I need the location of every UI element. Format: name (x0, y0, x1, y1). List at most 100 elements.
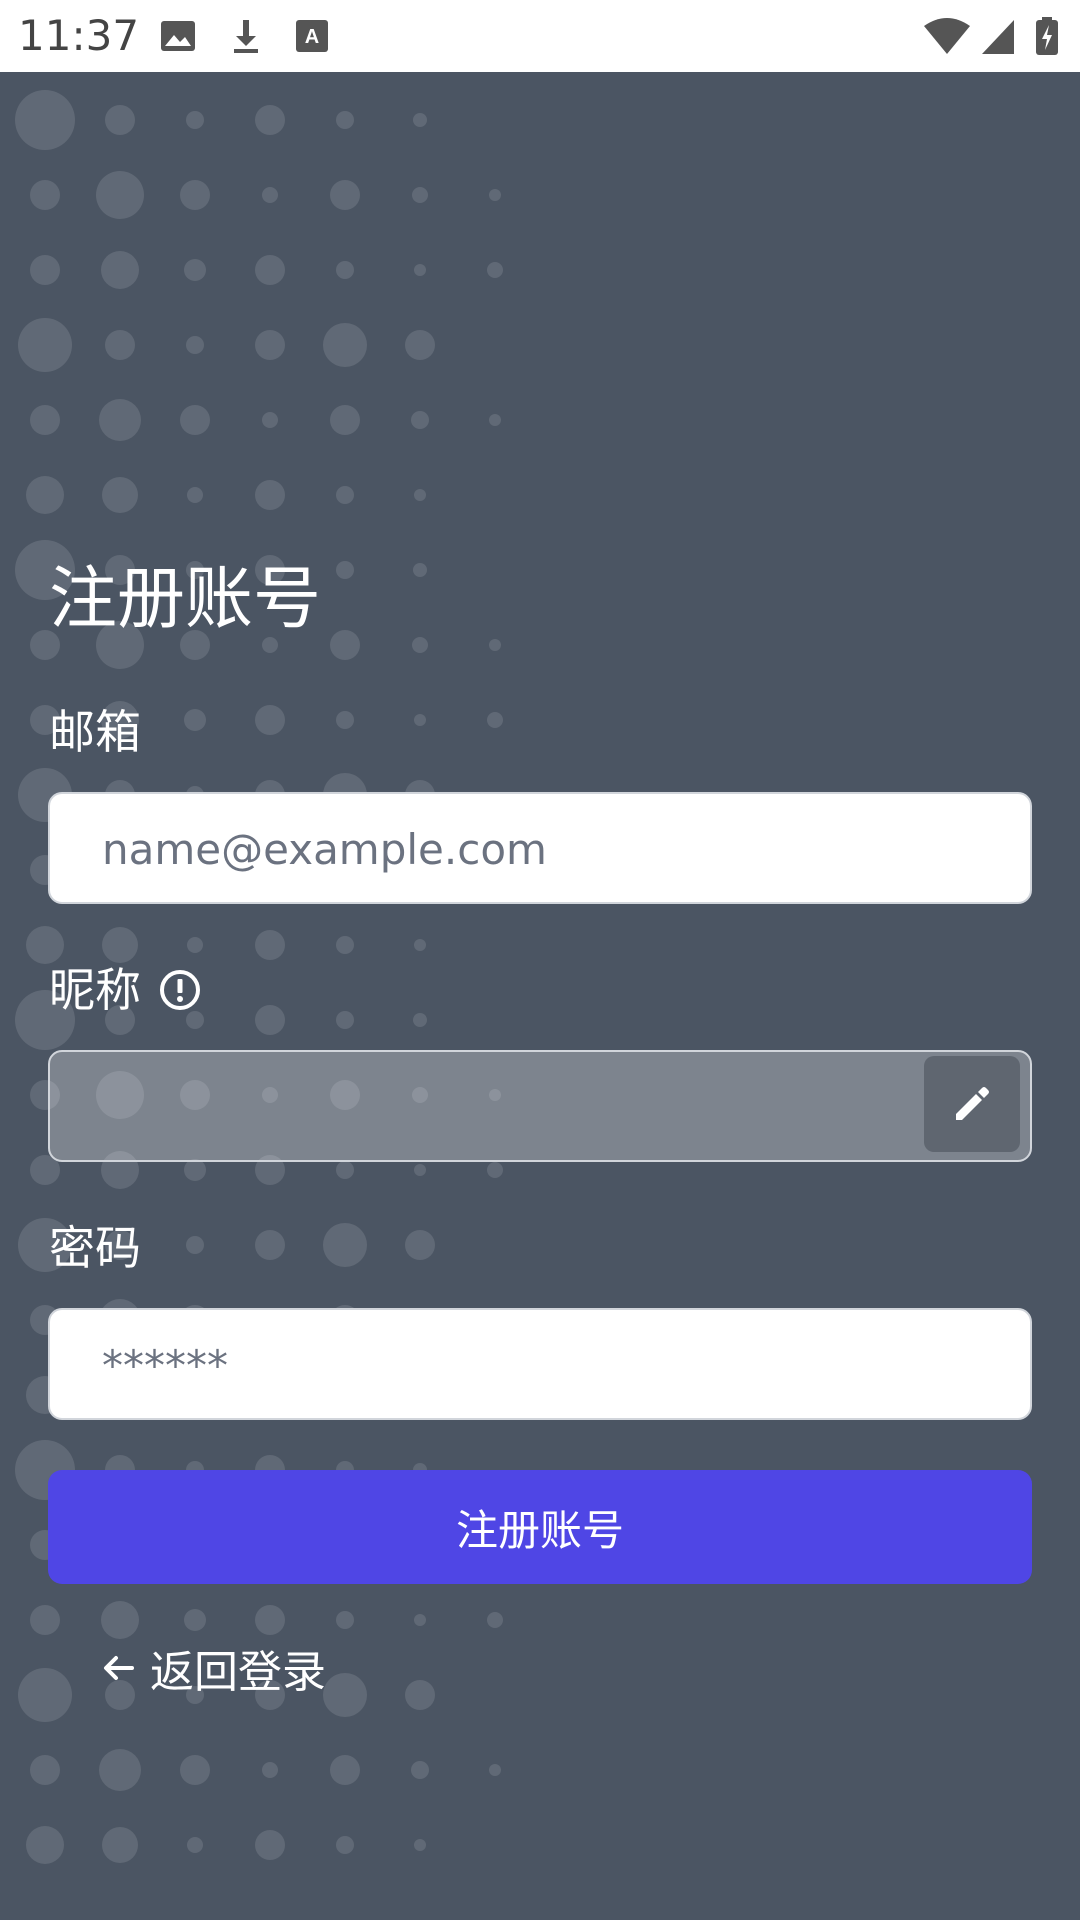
background-dot (184, 709, 206, 731)
background-dot (101, 1601, 139, 1639)
background-dot (414, 1614, 426, 1626)
background-dot (413, 1013, 427, 1027)
background-dot (15, 90, 75, 150)
background-dot (30, 405, 60, 435)
background-dot (414, 1164, 426, 1176)
background-dot (330, 180, 360, 210)
email-input[interactable] (100, 794, 984, 904)
password-field-container (48, 1308, 1032, 1420)
background-dot (414, 1839, 426, 1851)
background-dot (405, 330, 435, 360)
background-dot (255, 1605, 285, 1635)
background-dot (101, 251, 139, 289)
nickname-label: 昵称 (49, 963, 141, 1017)
background-dot (487, 262, 503, 278)
background-dot (323, 1223, 367, 1267)
background-dot (489, 189, 501, 201)
background-dot (187, 937, 203, 953)
background-dot (414, 939, 426, 951)
background-dot (180, 405, 210, 435)
background-dot (99, 399, 141, 441)
background-dot (255, 1830, 285, 1860)
wifi-icon (924, 18, 970, 54)
background-dot (187, 487, 203, 503)
svg-text:A: A (305, 26, 319, 48)
page-title: 注册账号 (49, 560, 322, 639)
background-dot (30, 1605, 60, 1635)
background-dot (262, 1762, 278, 1778)
background-dot (405, 1680, 435, 1710)
background-dot (186, 336, 204, 354)
background-dot (102, 1827, 138, 1863)
font-icon: A (296, 20, 328, 52)
background-dot (413, 563, 427, 577)
background-dot (336, 1161, 354, 1179)
background-dot (186, 1011, 204, 1029)
register-submit-label: 注册账号 (455, 1505, 624, 1555)
background-dot (262, 412, 278, 428)
background-dot (336, 261, 354, 279)
info-circle-icon[interactable] (158, 968, 202, 1012)
background-dot (102, 927, 138, 963)
background-dot (489, 1764, 501, 1776)
register-submit-button[interactable]: 注册账号 (48, 1470, 1032, 1584)
background-dot (184, 1159, 206, 1181)
background-dot (105, 330, 135, 360)
background-dot (180, 1755, 210, 1785)
background-dot (489, 639, 501, 651)
register-screen: 11:37 A 注册账号 邮箱 昵称 (0, 0, 1080, 1920)
nickname-field-container (48, 1050, 1032, 1162)
back-to-login-link[interactable]: 返回登录 (100, 1636, 326, 1700)
background-dot (105, 105, 135, 135)
background-dot (336, 1611, 354, 1629)
background-dot (336, 111, 354, 129)
status-bar: 11:37 A (0, 0, 1080, 72)
background-dot (255, 1230, 285, 1260)
background-dot (336, 1011, 354, 1029)
image-icon (161, 21, 195, 51)
background-dot (102, 477, 138, 513)
edit-nickname-button[interactable] (924, 1056, 1020, 1152)
background-dot (414, 489, 426, 501)
arrow-left-icon (104, 1656, 134, 1680)
background-dot (336, 1836, 354, 1854)
background-dot (336, 486, 354, 504)
background-dot (330, 405, 360, 435)
background-dot (255, 255, 285, 285)
background-dot (489, 414, 501, 426)
background-dot (184, 1609, 206, 1631)
background-dot (255, 330, 285, 360)
password-label: 密码 (49, 1221, 141, 1275)
background-dot (411, 411, 429, 429)
background-dot (487, 1612, 503, 1628)
background-dot (255, 480, 285, 510)
battery-icon (1036, 17, 1058, 55)
background-dot (487, 1162, 503, 1178)
background-dot (323, 1673, 367, 1717)
background-dot (336, 561, 354, 579)
signal-icon (982, 20, 1014, 54)
background-dot (96, 171, 144, 219)
download-icon (234, 20, 258, 53)
background-dot (180, 180, 210, 210)
background-dot (412, 187, 428, 203)
background-dot (26, 926, 64, 964)
password-input[interactable] (100, 1310, 984, 1420)
background-dot (330, 1755, 360, 1785)
background-dot (255, 105, 285, 135)
background-dot (18, 318, 72, 372)
back-to-login-label: 返回登录 (150, 1647, 326, 1698)
background-dot (414, 264, 426, 276)
background-dot (30, 1755, 60, 1785)
background-dot (487, 712, 503, 728)
background-dot (184, 259, 206, 281)
background-dot (26, 1826, 64, 1864)
background-dot (413, 113, 427, 127)
background-dot (255, 705, 285, 735)
status-time: 11:37 (18, 11, 140, 60)
background-dot (414, 714, 426, 726)
background-dot (99, 1749, 141, 1791)
pencil-icon (956, 1087, 989, 1120)
background-dot (186, 111, 204, 129)
background-dot (26, 476, 64, 514)
